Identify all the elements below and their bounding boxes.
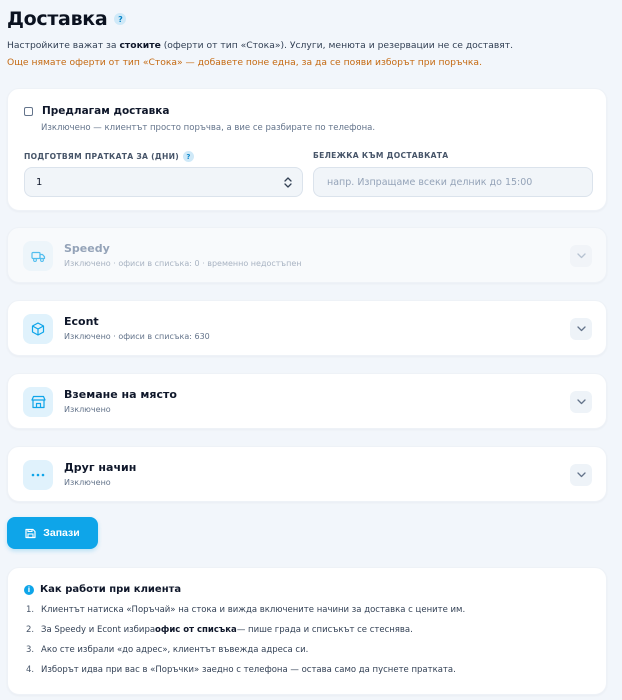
list-item: 4. Изборът идва при вас в «Поръчки» заедн… <box>26 665 456 675</box>
delivery-note-label: БЕЛЕЖКА КЪМ ДОСТАВКАТА <box>313 151 449 160</box>
delivery-note-input[interactable] <box>313 167 593 197</box>
truck-icon <box>23 241 53 271</box>
method-status: Изключено <box>64 405 111 414</box>
info-icon: i <box>24 584 34 595</box>
offer-delivery-checkbox[interactable] <box>24 106 33 116</box>
method-name: Speedy <box>64 242 110 255</box>
select-arrows-icon <box>284 177 292 188</box>
how-it-works-steps: 1. Клиентът натиска «Поръчай» на стока и … <box>26 605 465 685</box>
method-name: Друг начин <box>64 461 137 474</box>
offer-delivery-description: Изключено — клиентът просто поръчва, а в… <box>41 123 376 133</box>
chevron-down-icon[interactable] <box>570 245 592 267</box>
method-status: Изключено · офиси в списъка: 0 · временн… <box>64 259 302 268</box>
chevron-down-icon[interactable] <box>570 318 592 340</box>
page-header: Доставка ? Настройките важат за стоките … <box>7 6 607 69</box>
more-icon <box>23 460 53 490</box>
save-button-label: Запази <box>43 527 80 539</box>
page-title: Доставка <box>7 8 108 30</box>
delivery-settings-card: Предлагам доставка Изключено — клиентът … <box>7 88 607 211</box>
list-item: 1. Клиентът натиска «Поръчай» на стока и … <box>26 605 466 615</box>
chevron-down-icon[interactable] <box>570 391 592 413</box>
list-item: 3. Ако сте избрали «до адрес», клиентът в… <box>26 645 309 655</box>
prep-days-label: ПОДГОТВЯМ ПРАТКАТА ЗА (ДНИ) ? <box>24 151 195 162</box>
how-it-works-title: i Как работи при клиента <box>24 584 181 595</box>
store-icon <box>23 387 53 417</box>
method-other[interactable]: Друг начин Изключено <box>7 446 607 502</box>
prep-help-icon[interactable]: ? <box>183 151 195 162</box>
method-status: Изключено <box>64 478 111 487</box>
offer-delivery-toggle[interactable]: Предлагам доставка <box>24 105 169 117</box>
save-button[interactable]: Запази <box>7 517 98 549</box>
package-icon <box>23 314 53 344</box>
no-offers-warning: Още нямате оферти от тип «Стока» — добав… <box>7 57 482 68</box>
save-icon <box>25 528 36 538</box>
method-speedy[interactable]: Speedy Изключено · офиси в списъка: 0 · … <box>7 227 607 283</box>
prep-days-select[interactable]: 1 <box>24 167 303 197</box>
list-item: 2. За Speedy и Econt избира офис от списъ… <box>26 625 413 635</box>
page-subtitle: Настройките важат за стоките (оферти от … <box>7 40 514 51</box>
chevron-down-icon[interactable] <box>570 464 592 486</box>
offer-delivery-label: Предлагам доставка <box>42 105 170 117</box>
method-pickup[interactable]: Вземане на място Изключено <box>7 373 607 429</box>
how-it-works-card: i Как работи при клиента 1. Клиентът нати… <box>7 567 607 695</box>
method-name: Econt <box>64 315 99 328</box>
prep-days-value: 1 <box>36 176 43 188</box>
help-icon[interactable]: ? <box>114 13 127 25</box>
method-econt[interactable]: Econt Изключено · офиси в списъка: 630 <box>7 300 607 356</box>
method-name: Вземане на място <box>64 388 177 401</box>
method-status: Изключено · офиси в списъка: 630 <box>64 332 210 341</box>
